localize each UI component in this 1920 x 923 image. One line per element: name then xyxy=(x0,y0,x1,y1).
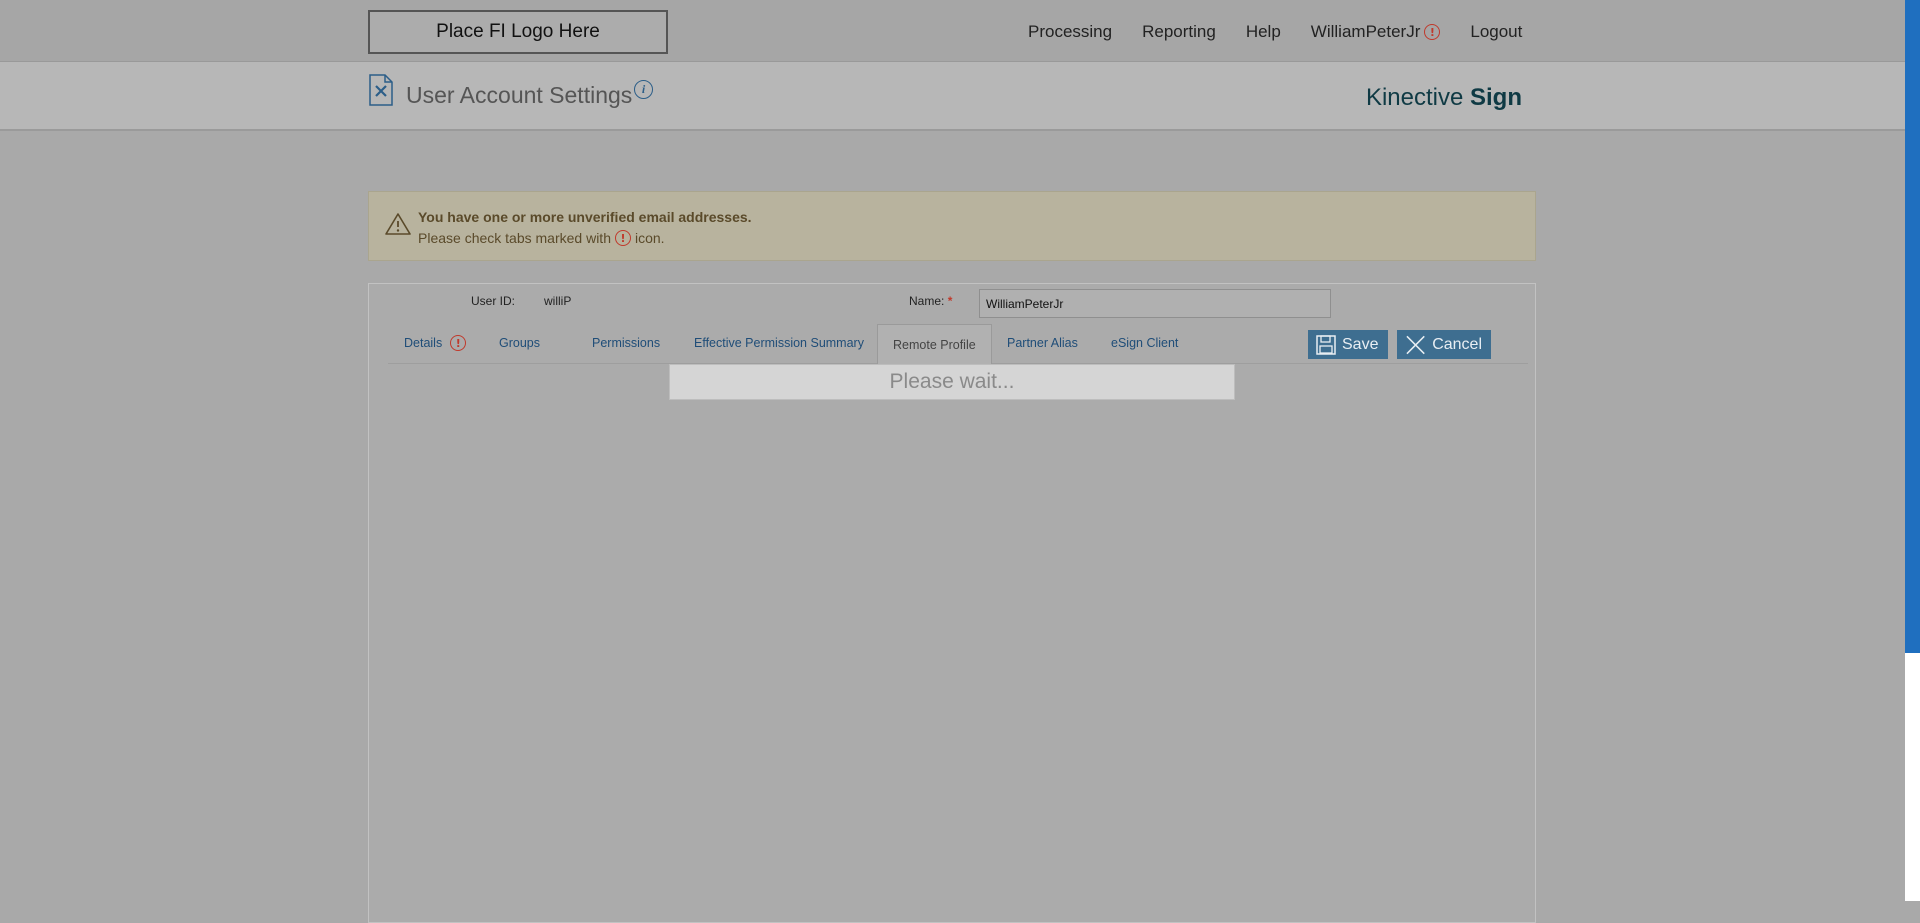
nav-user-menu[interactable]: WilliamPeterJr ! xyxy=(1311,22,1441,42)
settings-document-icon xyxy=(369,74,393,106)
brand-logo: Kinective Sign xyxy=(1366,84,1522,112)
warning-icon: ! xyxy=(1424,24,1441,40)
alert-text: Please check tabs marked with ! icon. xyxy=(418,230,665,246)
close-icon xyxy=(1406,335,1425,354)
user-settings-panel: User ID: williP Name: * Details ! Groups… xyxy=(368,283,1536,923)
user-id-value: williP xyxy=(544,294,572,308)
warning-icon: ! xyxy=(450,335,467,351)
title-bar: User Account Settings i Kinective Sign xyxy=(0,62,1905,131)
top-bar: Place FI Logo Here Processing Reporting … xyxy=(0,0,1905,62)
save-button[interactable]: Save xyxy=(1308,330,1388,359)
tab-groups[interactable]: Groups xyxy=(499,324,540,362)
save-label: Save xyxy=(1342,335,1379,353)
alert-text-after: icon. xyxy=(634,230,665,246)
tab-partner-alias[interactable]: Partner Alias xyxy=(1007,324,1078,362)
tab-permissions[interactable]: Permissions xyxy=(592,324,660,362)
name-label-text: Name: xyxy=(909,294,945,308)
name-label: Name: * xyxy=(909,294,952,308)
info-icon[interactable]: i xyxy=(634,80,653,99)
top-nav: Processing Reporting Help WilliamPeterJr… xyxy=(1028,22,1522,42)
user-id-label: User ID: xyxy=(471,294,516,308)
page-title: User Account Settings xyxy=(406,82,633,108)
tab-remote-profile[interactable]: Remote Profile xyxy=(877,324,992,364)
tab-effective-permission-summary[interactable]: Effective Permission Summary xyxy=(694,324,864,362)
tab-label: Details xyxy=(404,336,443,350)
logo-placeholder: Place FI Logo Here xyxy=(368,10,668,54)
cancel-label: Cancel xyxy=(1432,335,1482,353)
name-input[interactable] xyxy=(979,289,1331,318)
loading-indicator: Please wait... xyxy=(669,364,1235,400)
tab-esign-client[interactable]: eSign Client xyxy=(1111,324,1178,362)
floppy-disk-icon xyxy=(1316,334,1336,355)
scrollbar-thumb[interactable] xyxy=(1905,0,1920,653)
brand-bold: Sign xyxy=(1470,84,1522,111)
warning-triangle-icon xyxy=(385,213,411,235)
warning-icon: ! xyxy=(614,230,631,246)
tab-details[interactable]: Details ! xyxy=(404,324,467,362)
nav-help[interactable]: Help xyxy=(1246,22,1281,42)
alert-text-before: Please check tabs marked with xyxy=(418,230,611,246)
nav-reporting[interactable]: Reporting xyxy=(1142,22,1216,42)
cancel-button[interactable]: Cancel xyxy=(1397,330,1491,359)
required-marker: * xyxy=(947,294,953,308)
nav-processing[interactable]: Processing xyxy=(1028,22,1112,42)
alert-title: You have one or more unverified email ad… xyxy=(418,209,752,225)
user-name: WilliamPeterJr xyxy=(1310,22,1421,41)
unverified-email-alert: You have one or more unverified email ad… xyxy=(368,191,1536,261)
nav-logout[interactable]: Logout xyxy=(1470,22,1522,42)
brand-light: Kinective xyxy=(1365,84,1464,111)
